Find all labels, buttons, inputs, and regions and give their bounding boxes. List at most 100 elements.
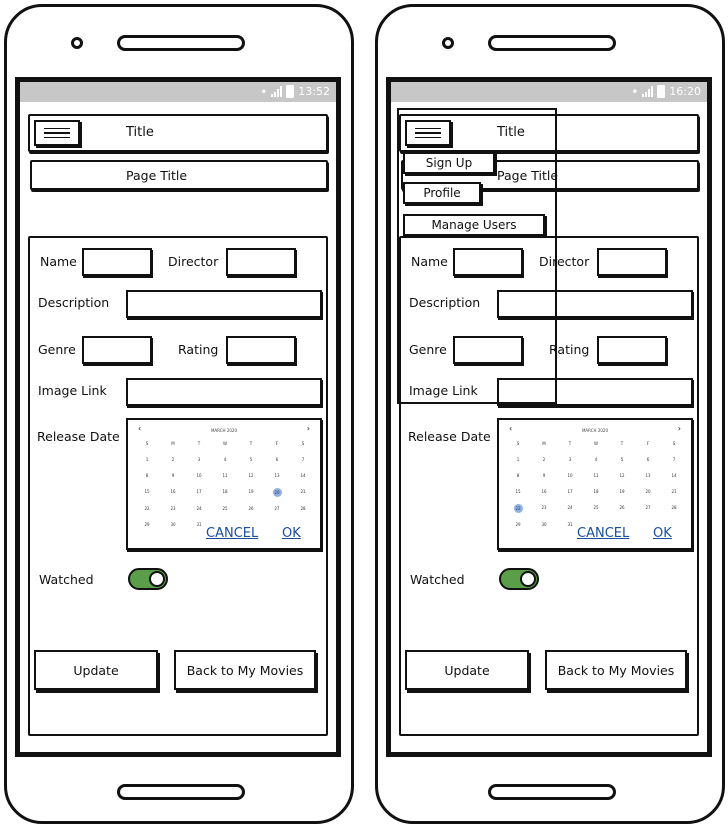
cancel-button[interactable]: CANCEL (577, 526, 629, 541)
weekday-label: W (594, 441, 598, 446)
calendar-day[interactable]: 20 (272, 488, 282, 497)
calendar-day[interactable]: 4 (212, 456, 238, 464)
calendar-day[interactable]: 5 (238, 456, 264, 464)
calendar-day[interactable]: 19 (238, 488, 264, 496)
description-input[interactable] (126, 290, 322, 318)
image-link-input[interactable] (126, 378, 322, 406)
calendar-day[interactable]: 21 (290, 488, 316, 496)
calendar-day[interactable]: 22 (513, 504, 523, 513)
genre-input[interactable] (82, 336, 152, 364)
update-button[interactable]: Update (34, 650, 158, 690)
calendar-day[interactable]: 21 (661, 488, 687, 496)
menu-item-sign-up[interactable]: Sign Up (403, 152, 495, 174)
calendar-day[interactable]: 15 (134, 488, 160, 496)
menu-item-manage-users[interactable]: Manage Users (403, 214, 545, 236)
calendar-day[interactable]: 13 (635, 472, 661, 480)
cancel-button[interactable]: CANCEL (206, 526, 258, 541)
watched-toggle[interactable] (128, 568, 168, 590)
calendar-day[interactable]: 1 (505, 456, 531, 464)
calendar-day[interactable]: 24 (557, 504, 583, 512)
calendar-month: MARCH 2020 (581, 428, 609, 433)
calendar-day[interactable]: 9 (531, 472, 557, 480)
calendar-day[interactable]: 8 (134, 472, 160, 480)
calendar-day[interactable]: 26 (238, 505, 264, 513)
calendar-day[interactable]: 29 (505, 521, 531, 529)
calendar-day[interactable]: 27 (635, 504, 661, 512)
calendar-day[interactable]: 2 (160, 456, 186, 464)
battery-icon (286, 85, 295, 98)
wifi-icon: •︎ (631, 84, 639, 99)
calendar-day[interactable]: 28 (661, 504, 687, 512)
status-time: 16:20 (669, 85, 701, 98)
calendar-day[interactable]: 2 (531, 456, 557, 464)
calendar-day[interactable]: 23 (531, 504, 557, 512)
calendar-day[interactable]: 1 (134, 456, 160, 464)
calendar-day[interactable]: 28 (290, 505, 316, 513)
calendar-day[interactable]: 3 (557, 456, 583, 464)
calendar-day[interactable]: 6 (264, 456, 290, 464)
update-button[interactable]: Update (405, 650, 529, 690)
calendar-day[interactable]: 9 (160, 472, 186, 480)
menu-item-profile[interactable]: Profile (403, 182, 481, 204)
calendar-day[interactable]: 29 (134, 521, 160, 529)
calendar-day[interactable]: 27 (264, 505, 290, 513)
calendar-day[interactable]: 11 (212, 472, 238, 480)
calendar-day[interactable]: 13 (264, 472, 290, 480)
calendar-day[interactable]: 10 (186, 472, 212, 480)
calendar-day[interactable]: 22 (134, 505, 160, 513)
calendar-day[interactable]: 24 (186, 505, 212, 513)
release-date-label: Release Date (408, 429, 491, 444)
calendar-day[interactable]: 30 (531, 521, 557, 529)
calendar-day[interactable]: 8 (505, 472, 531, 480)
calendar-day[interactable]: 19 (609, 488, 635, 496)
calendar-day[interactable]: 5 (609, 456, 635, 464)
rating-input[interactable] (226, 336, 296, 364)
status-bar: •︎ 13:52 (20, 82, 336, 102)
chevron-right-icon[interactable]: › (678, 424, 681, 433)
rating-input[interactable] (597, 336, 667, 364)
calendar-day[interactable]: 16 (160, 488, 186, 496)
back-to-movies-button[interactable]: Back to My Movies (174, 650, 316, 690)
calendar-day[interactable]: 26 (609, 504, 635, 512)
calendar-day[interactable]: 25 (583, 504, 609, 512)
calendar-day[interactable]: 14 (290, 472, 316, 480)
weekday-label: M (542, 441, 546, 446)
calendar-day[interactable]: 18 (583, 488, 609, 496)
image-link-label: Image Link (38, 383, 107, 398)
hamburger-icon[interactable] (34, 120, 80, 146)
calendar-day[interactable]: 12 (609, 472, 635, 480)
calendar-day[interactable]: 7 (290, 456, 316, 464)
ok-button[interactable]: OK (282, 526, 301, 541)
calendar-day[interactable]: 10 (557, 472, 583, 480)
calendar-day[interactable]: 17 (186, 488, 212, 496)
calendar-day[interactable]: 16 (531, 488, 557, 496)
director-input[interactable] (226, 248, 296, 276)
calendar-day[interactable]: 17 (557, 488, 583, 496)
calendar-day[interactable]: 7 (661, 456, 687, 464)
ok-button[interactable]: OK (653, 526, 672, 541)
calendar-day[interactable]: 23 (160, 505, 186, 513)
status-bar: •︎ 16:20 (391, 82, 707, 102)
calendar-day[interactable]: 6 (635, 456, 661, 464)
calendar-day[interactable]: 20 (635, 488, 661, 496)
date-picker[interactable]: ‹ MARCH 2020 › S M T W T F S 1 2 3 4 5 6 7 8 9 10 11 12 13 1… (497, 418, 693, 550)
calendar-day[interactable]: 11 (583, 472, 609, 480)
calendar-day[interactable]: 12 (238, 472, 264, 480)
calendar-day[interactable]: 30 (160, 521, 186, 529)
director-input[interactable] (597, 248, 667, 276)
calendar-day[interactable]: 3 (186, 456, 212, 464)
rating-label: Rating (178, 342, 219, 357)
calendar-day[interactable]: 25 (212, 505, 238, 513)
name-input[interactable] (82, 248, 152, 276)
calendar-day[interactable]: 14 (661, 472, 687, 480)
watched-toggle[interactable] (499, 568, 539, 590)
date-picker[interactable]: ‹ MARCH 2020 › S M T W T F S 1 2 3 4 5 6 7 8 9 10 11 12 13 1… (126, 418, 322, 550)
movie-form: Name Director Description Genre Rating I… (28, 236, 328, 736)
weekday-label: F (275, 441, 279, 446)
back-to-movies-button[interactable]: Back to My Movies (545, 650, 687, 690)
watched-label: Watched (410, 572, 465, 587)
chevron-right-icon[interactable]: › (307, 424, 310, 433)
calendar-day[interactable]: 15 (505, 488, 531, 496)
calendar-day[interactable]: 18 (212, 488, 238, 496)
calendar-day[interactable]: 4 (583, 456, 609, 464)
